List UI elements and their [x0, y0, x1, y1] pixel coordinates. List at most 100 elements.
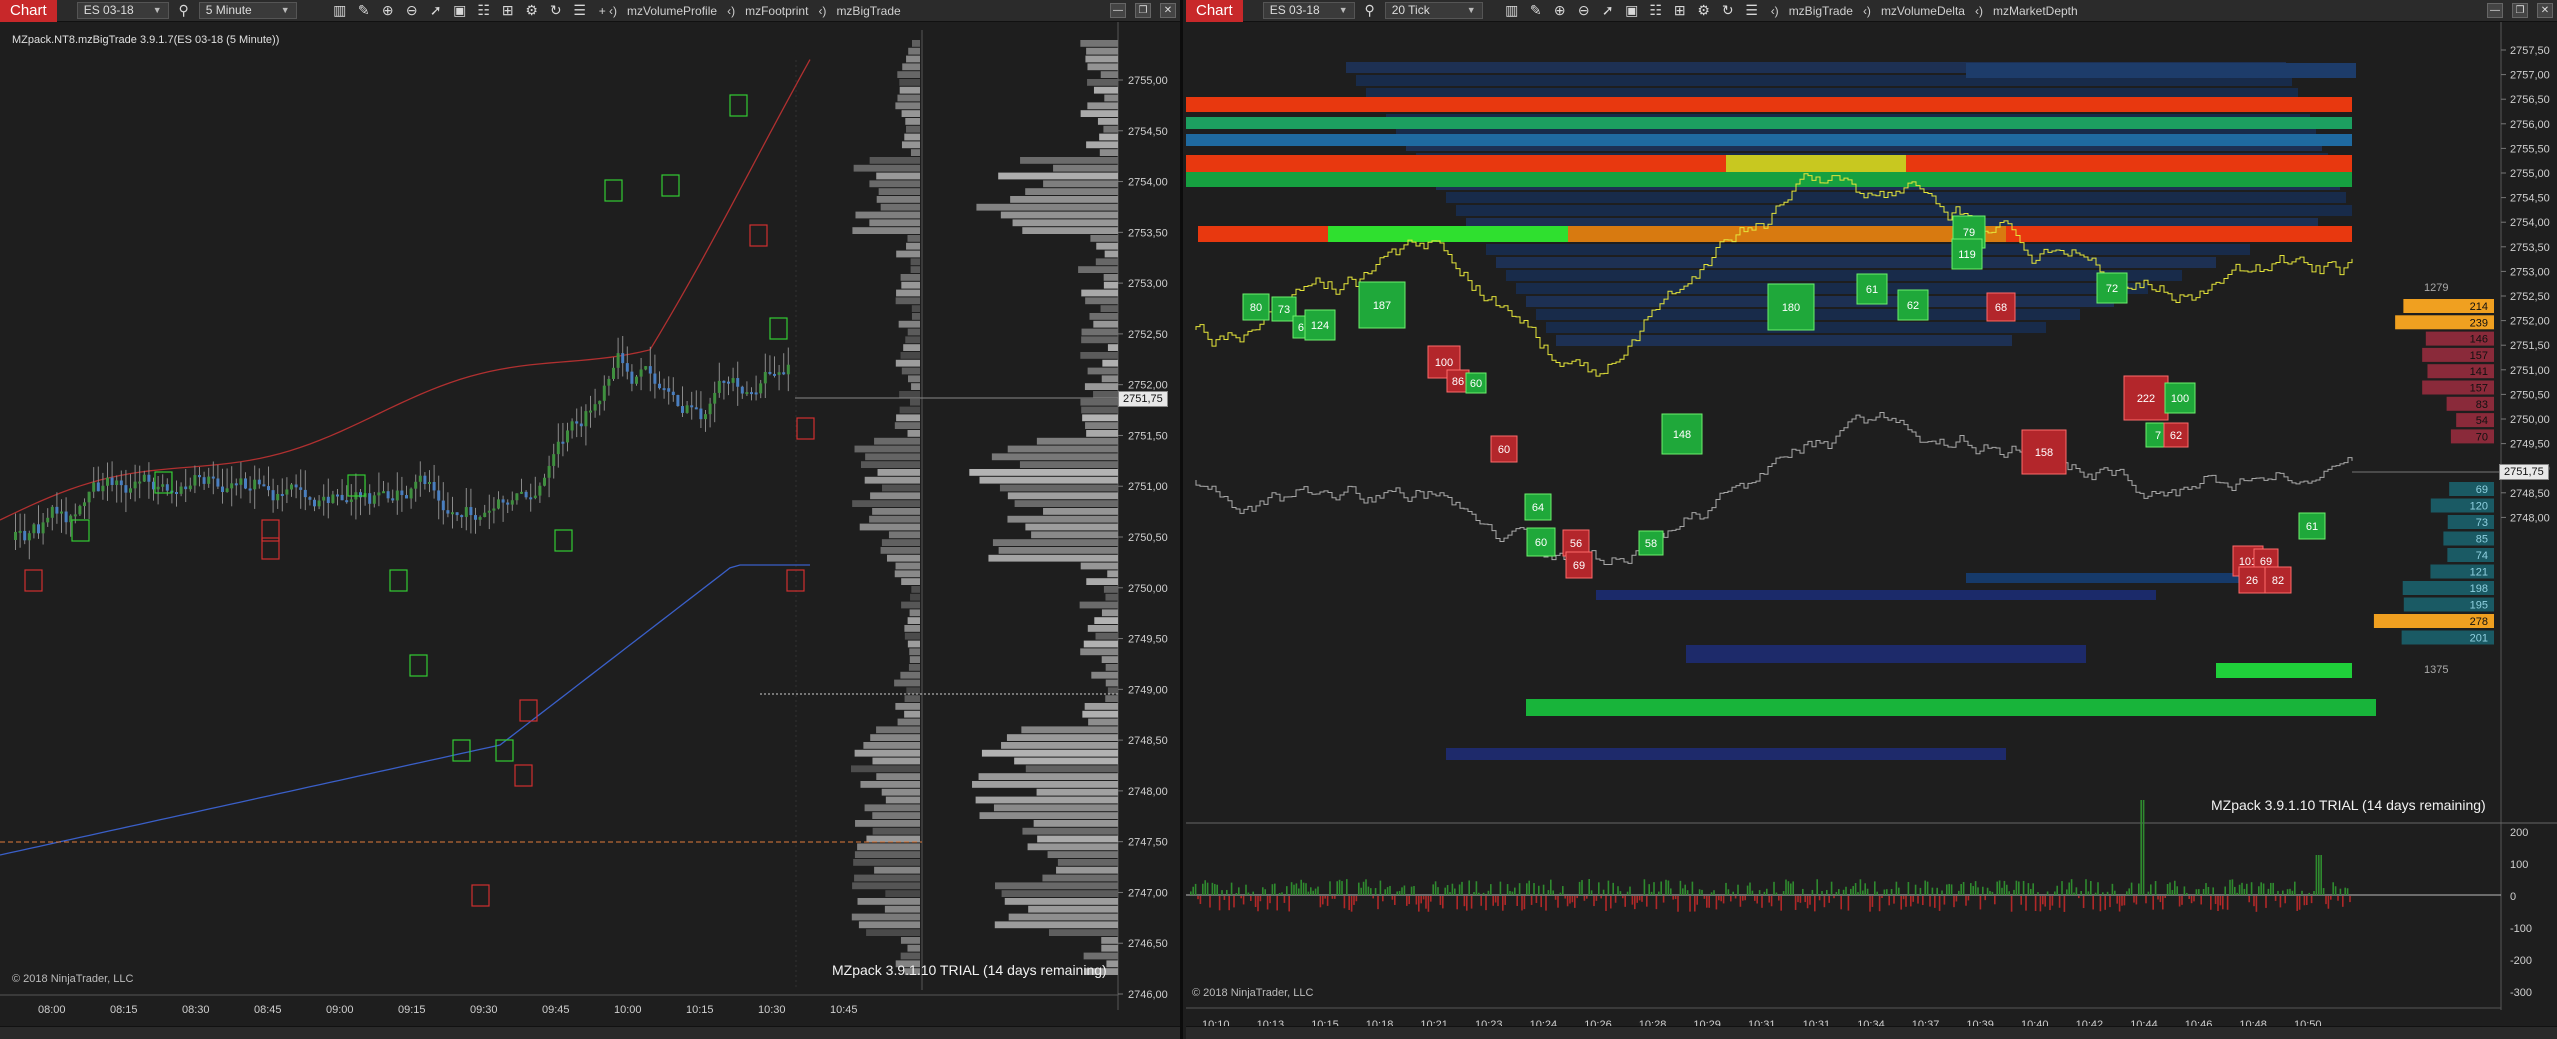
price-tick-label: 2754,00: [2510, 217, 2550, 229]
delta-bar: [1569, 896, 1571, 904]
delta-bar: [1900, 896, 1902, 910]
delta-bar: [1722, 896, 1725, 904]
delta-bar: [1878, 896, 1881, 912]
depth-bid-label: 74: [2476, 550, 2488, 562]
delta-bar: [1811, 889, 1814, 895]
delta-bar: [2224, 886, 2226, 895]
profile-bar: [1082, 710, 1118, 718]
profile-bar: [895, 102, 920, 110]
profile-bar: [1088, 718, 1118, 726]
profile-bar: [895, 297, 920, 305]
delta-bar: [1686, 890, 1689, 895]
big-trade-label: 62: [2170, 430, 2182, 442]
delta-bar: [1898, 887, 1900, 895]
delta-bar: [2027, 883, 2030, 895]
profile-bar: [1080, 398, 1118, 406]
delta-bar: [1828, 896, 1830, 903]
delta-bar: [1890, 888, 1893, 895]
delta-bar: [2003, 880, 2006, 895]
delta-bar: [1775, 892, 1778, 895]
delta-bar: [1550, 879, 1552, 895]
price-tick-label: 2748,00: [2510, 512, 2550, 524]
delta-bar: [1535, 896, 1538, 903]
delta-bar: [1538, 885, 1540, 895]
price-tick-label: 2749,50: [2510, 439, 2550, 451]
candle-body: [382, 491, 385, 494]
candle-body: [414, 481, 418, 489]
big-trade-label: 69: [1573, 560, 1585, 572]
delta-bar: [1264, 889, 1266, 895]
profile-bar: [881, 788, 920, 796]
delta-bar: [1710, 892, 1713, 895]
delta-bar: [1427, 896, 1430, 912]
profile-bar: [876, 773, 920, 780]
candle-body: [27, 533, 31, 541]
delta-bar: [1773, 881, 1775, 895]
delta-bar: [1610, 896, 1612, 909]
profile-bar: [998, 547, 1118, 554]
profile-bar: [1081, 406, 1118, 414]
delta-bar: [2265, 896, 2267, 908]
price-tick-label: 2752,00: [1128, 380, 1168, 392]
profile-bar: [900, 274, 920, 281]
delta-bar: [1907, 881, 1910, 895]
candle-body: [773, 373, 776, 376]
delta-bar: [1406, 896, 1408, 906]
delta-bar: [2157, 896, 2159, 900]
price-tick-label: 2753,00: [2510, 266, 2550, 278]
right-price-chart[interactable]: 2757,50 2757,00 2756,50 2756,00 2755,50 2755,…: [1186, 0, 2557, 1039]
delta-bar: [1931, 887, 1934, 895]
delta-bar: [1283, 896, 1286, 903]
profile-bar: [908, 47, 920, 55]
profile-bar: [988, 554, 1118, 562]
delta-bar: [1926, 881, 1929, 895]
delta-bar: [1545, 896, 1547, 911]
time-tick-label: 08:45: [254, 1004, 282, 1016]
depth-level-band: [1186, 97, 2352, 112]
candle-body: [432, 482, 436, 491]
profile-bar: [995, 882, 1118, 890]
price-tick-label: 2751,00: [1128, 481, 1168, 493]
delta-bar: [1670, 888, 1672, 895]
profile-bar: [992, 539, 1118, 546]
delta-bar: [1996, 881, 1998, 895]
depth-heat-row: [1496, 257, 2216, 268]
profile-bar: [1028, 905, 1118, 913]
horizontal-scrollbar[interactable]: [1186, 1026, 2557, 1039]
delta-bar: [1574, 896, 1576, 908]
delta-bar: [1713, 890, 1715, 895]
delta-bar: [2313, 890, 2315, 895]
candle-body: [106, 477, 109, 486]
delta-bar: [1701, 889, 1703, 895]
delta-bar: [1744, 896, 1746, 901]
delta-bar: [1974, 881, 1977, 895]
candle-body: [175, 492, 178, 495]
delta-bar: [2183, 886, 2186, 895]
candle-body: [188, 485, 192, 490]
candle-body: [142, 474, 146, 482]
delta-bar: [1317, 886, 1319, 895]
profile-bar: [1025, 523, 1118, 531]
candle-body: [547, 465, 551, 478]
delta-bar: [1684, 884, 1686, 895]
horizontal-scrollbar[interactable]: [0, 1026, 1180, 1039]
delta-bar: [1463, 896, 1466, 907]
candle-body: [644, 366, 648, 370]
delta-bar: [2022, 880, 2025, 895]
left-price-chart[interactable]: 2755,00 2754,50 2754,00 2753,50 2753,00 2752,…: [0, 0, 1183, 1039]
big-trade-marker: [729, 94, 748, 117]
delta-bar: [2193, 896, 2195, 902]
candle-body: [37, 524, 40, 534]
delta-bar: [1614, 896, 1617, 903]
candle-body: [400, 490, 404, 496]
delta-bar: [1331, 896, 1334, 899]
time-tick-label: 08:00: [38, 1004, 66, 1016]
profile-bar: [853, 164, 920, 172]
delta-bar: [1994, 896, 1996, 905]
profile-bar: [863, 742, 920, 749]
profile-bar: [900, 671, 920, 679]
depth-heat-row: [1516, 283, 2148, 294]
candle-body: [589, 410, 592, 413]
delta-bar: [1902, 896, 1905, 900]
profile-bar: [1078, 266, 1118, 273]
